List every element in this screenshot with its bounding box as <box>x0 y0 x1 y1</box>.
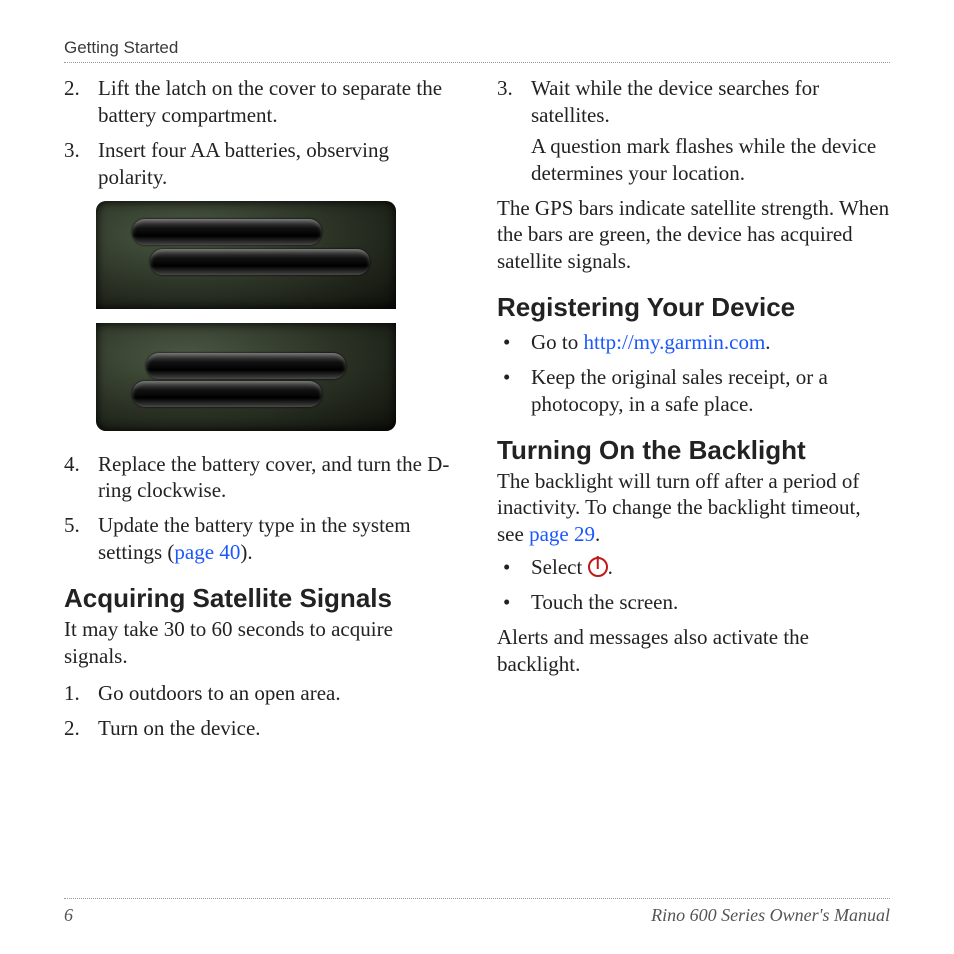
step-number: 4. <box>64 451 80 478</box>
text: Touch the screen. <box>531 590 678 614</box>
manual-page: Getting Started 2. Lift the latch on the… <box>0 0 954 954</box>
text: Keep the original sales receipt, or a ph… <box>531 365 828 416</box>
step-text-pre: Update the battery type in the system se… <box>98 513 411 564</box>
text-post: . <box>765 330 770 354</box>
register-list: Go to http://my.garmin.com. Keep the ori… <box>497 329 890 418</box>
step-subtext: A question mark flashes while the device… <box>531 133 890 187</box>
battery-compartment-image <box>96 201 396 437</box>
text-pre: Select <box>531 555 588 579</box>
step-number: 3. <box>64 137 80 164</box>
backlight-item-select: Select . <box>497 554 890 581</box>
register-item-link: Go to http://my.garmin.com. <box>497 329 890 356</box>
step-text: Replace the battery cover, and turn the … <box>98 452 449 503</box>
heading-backlight: Turning On the Backlight <box>497 436 890 466</box>
manual-title: Rino 600 Series Owner's Manual <box>651 905 890 926</box>
backlight-outro: Alerts and messages also activate the ba… <box>497 624 890 678</box>
step-text: Go outdoors to an open area. <box>98 681 341 705</box>
step-text: Wait while the device searches for satel… <box>531 76 819 127</box>
acq-step-2: 2. Turn on the device. <box>64 715 457 742</box>
battery-tray-top-icon <box>96 201 396 309</box>
step-5: 5. Update the battery type in the system… <box>64 512 457 566</box>
page-number: 6 <box>64 905 73 926</box>
left-column: 2. Lift the latch on the cover to separa… <box>64 75 457 749</box>
step-2: 2. Lift the latch on the cover to separa… <box>64 75 457 129</box>
acq-step-3: 3. Wait while the device searches for sa… <box>497 75 890 187</box>
backlight-intro: The backlight will turn off after a peri… <box>497 468 890 549</box>
backlight-list: Select . Touch the screen. <box>497 554 890 616</box>
page-40-link[interactable]: page 40 <box>174 540 240 564</box>
section-header: Getting Started <box>64 38 890 63</box>
page-29-link[interactable]: page 29 <box>529 522 595 546</box>
battery-tray-bottom-icon <box>96 323 396 431</box>
acq-step-1: 1. Go outdoors to an open area. <box>64 680 457 707</box>
acquiring-intro: It may take 30 to 60 seconds to acquire … <box>64 616 457 670</box>
power-icon <box>588 557 608 577</box>
step-number: 2. <box>64 75 80 102</box>
step-number: 3. <box>497 75 513 102</box>
battery-steps-cont: 4. Replace the battery cover, and turn t… <box>64 451 457 567</box>
step-number: 1. <box>64 680 80 707</box>
step-text: Turn on the device. <box>98 716 261 740</box>
step-text: Lift the latch on the cover to separate … <box>98 76 442 127</box>
step-text: Insert four AA batteries, observing pola… <box>98 138 389 189</box>
text-post: . <box>595 522 600 546</box>
backlight-item-touch: Touch the screen. <box>497 589 890 616</box>
acquiring-steps-cont: 3. Wait while the device searches for sa… <box>497 75 890 187</box>
register-item-receipt: Keep the original sales receipt, or a ph… <box>497 364 890 418</box>
step-3: 3. Insert four AA batteries, observing p… <box>64 137 457 191</box>
acquiring-steps: 1. Go outdoors to an open area. 2. Turn … <box>64 680 457 742</box>
step-4: 4. Replace the battery cover, and turn t… <box>64 451 457 505</box>
two-column-layout: 2. Lift the latch on the cover to separa… <box>64 75 890 749</box>
page-footer: 6 Rino 600 Series Owner's Manual <box>64 898 890 926</box>
text-pre: Go to <box>531 330 584 354</box>
step-text-post: ). <box>240 540 252 564</box>
text-post: . <box>608 555 613 579</box>
right-column: 3. Wait while the device searches for sa… <box>497 75 890 749</box>
step-number: 5. <box>64 512 80 539</box>
battery-steps: 2. Lift the latch on the cover to separa… <box>64 75 457 191</box>
garmin-url-link[interactable]: http://my.garmin.com <box>584 330 766 354</box>
heading-acquiring-satellite-signals: Acquiring Satellite Signals <box>64 584 457 614</box>
step-number: 2. <box>64 715 80 742</box>
heading-registering-device: Registering Your Device <box>497 293 890 323</box>
gps-bars-paragraph: The GPS bars indicate satellite strength… <box>497 195 890 276</box>
